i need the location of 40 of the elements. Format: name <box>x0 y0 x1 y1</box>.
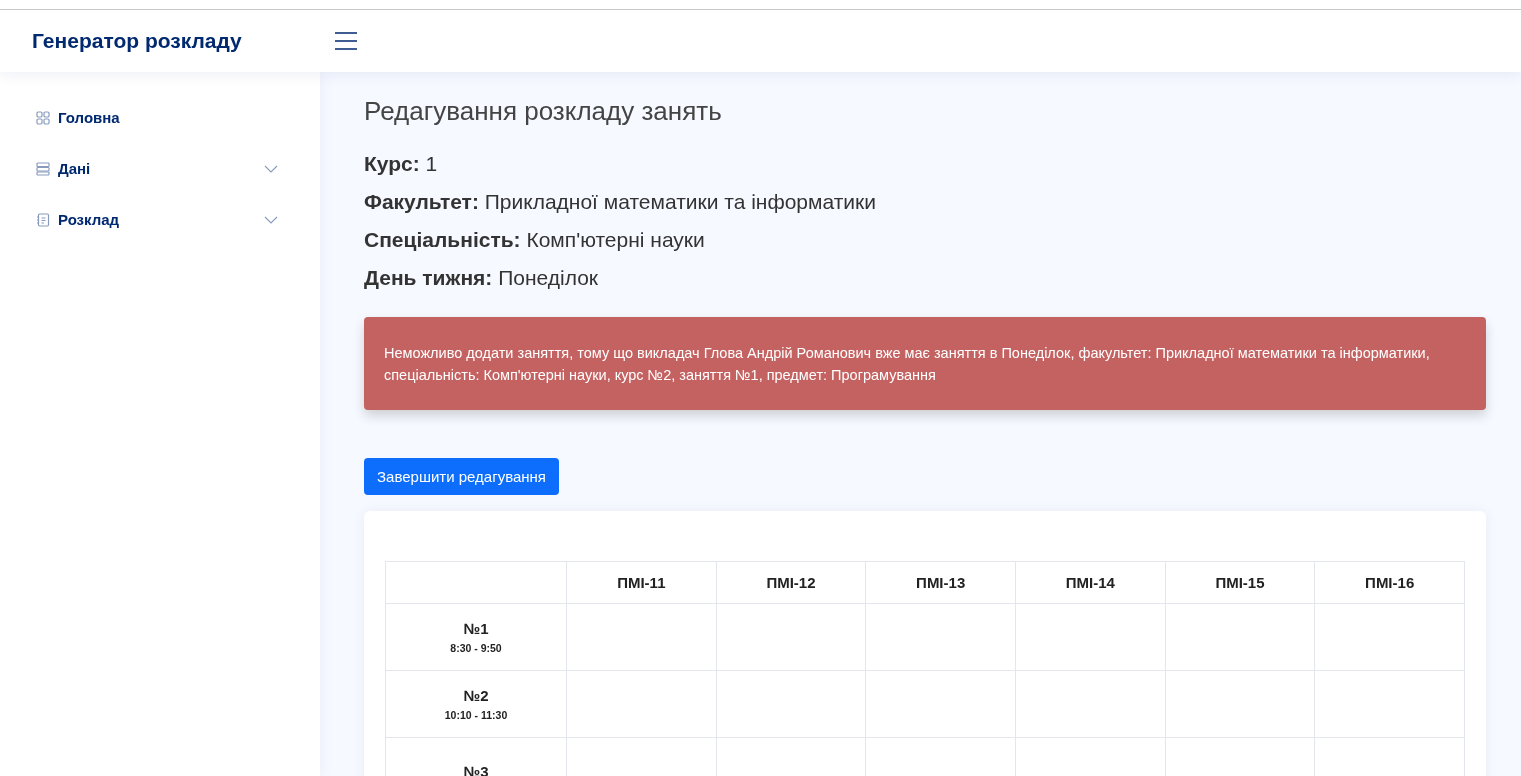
lesson-number: №1 <box>463 620 489 637</box>
lesson-number: №2 <box>463 687 489 704</box>
schedule-slot-cell[interactable] <box>866 604 1016 671</box>
schedule-slot-cell[interactable] <box>567 671 717 738</box>
schedule-slot-cell[interactable] <box>866 671 1016 738</box>
schedule-slot-cell[interactable] <box>567 604 717 671</box>
grid-icon <box>36 110 50 125</box>
notebook-icon <box>36 212 50 227</box>
lesson-time: 10:10 - 11:30 <box>444 709 508 721</box>
chevron-down-icon <box>264 164 278 173</box>
logo-text[interactable]: Генератор розкладу <box>32 29 334 53</box>
lesson-time: 8:30 - 9:50 <box>450 642 502 654</box>
sidebar-item[interactable]: Розклад <box>30 194 278 245</box>
column-header: ПМІ-16 <box>1315 562 1465 604</box>
schedule-slot-cell[interactable] <box>1165 671 1316 738</box>
menu-icon[interactable] <box>334 31 358 51</box>
column-header: ПМІ-11 <box>567 562 717 604</box>
schedule-slot-cell[interactable] <box>1016 671 1166 738</box>
schedule-slot-cell[interactable] <box>1315 604 1465 671</box>
finish-editing-button[interactable]: Завершити редагування <box>364 458 559 495</box>
info-line: День тижня: Понеділок <box>364 265 600 290</box>
error-alert: Неможливо додати заняття, тому що викладач Глова Андрій Романович вже має заняття в Понеділок, факультет: Прикладної математики та інформатики, спеціальність: Комп'ютерні науки, курс №2, заняття №1, предмет: Програмування <box>364 317 1486 410</box>
column-header: ПМІ-12 <box>716 562 867 604</box>
schedule-slot-cell[interactable] <box>1315 671 1465 738</box>
info-line: Спеціальність: Комп'ютерні науки <box>364 227 706 252</box>
sidebar-item[interactable]: Головна <box>30 92 278 143</box>
sidebar-item[interactable]: Дані <box>30 143 278 194</box>
schedule-slot-cell[interactable] <box>716 671 867 738</box>
column-header: ПМІ-14 <box>1016 562 1166 604</box>
chevron-down-icon <box>264 215 278 224</box>
info-line: Курс: 1 <box>364 151 439 176</box>
column-header: ПМІ-13 <box>866 562 1016 604</box>
schedule-slot-cell[interactable] <box>1016 604 1166 671</box>
schedule-slot-cell[interactable] <box>716 604 867 671</box>
column-header: ПМІ-15 <box>1165 562 1316 604</box>
info-line: Факультет: Прикладної математики та інформатики <box>364 189 877 214</box>
page-title: Редагування розкладу занять <box>364 96 723 127</box>
list-icon <box>36 161 50 176</box>
lesson-number: №3 <box>463 762 489 776</box>
schedule-slot-cell[interactable] <box>1165 604 1316 671</box>
